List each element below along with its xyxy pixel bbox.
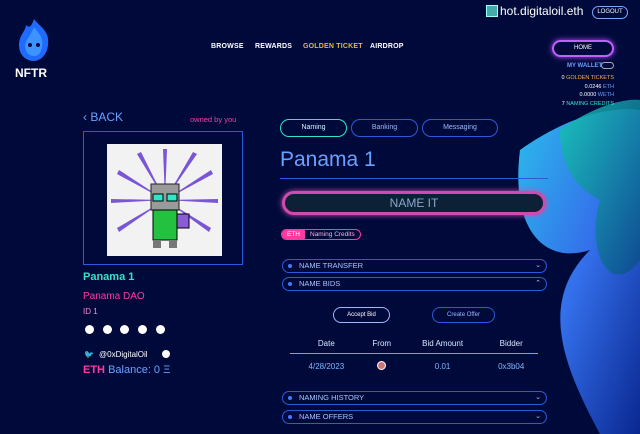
- wallet-avatar-icon: [486, 5, 498, 17]
- name-it-button[interactable]: NAME IT: [282, 191, 546, 215]
- currency-eth-option[interactable]: ETH: [282, 230, 305, 239]
- balance-line: ETH Balance: 0 Ξ: [83, 364, 171, 376]
- name-offers-section[interactable]: NAME OFFERS ⌄: [282, 410, 547, 424]
- name-bids-section[interactable]: NAME BIDS ⌃: [282, 277, 547, 291]
- chevron-down-icon: ⌄: [535, 394, 541, 401]
- table-header-row: Date From Bid Amount Bidder: [290, 339, 538, 354]
- opensea-icon[interactable]: [85, 325, 94, 334]
- currency-toggle[interactable]: ETH Naming Credits: [281, 229, 361, 240]
- table-row[interactable]: 4/28/2023 0.01 0x3b04: [290, 354, 538, 373]
- title-divider: [280, 178, 548, 179]
- nftr-logo-icon[interactable]: [14, 17, 54, 65]
- chevron-up-icon: ⌃: [535, 280, 541, 287]
- nav-browse[interactable]: BROWSE: [211, 43, 244, 50]
- nav-rewards[interactable]: REWARDS: [255, 43, 292, 50]
- column-from: From: [362, 339, 401, 354]
- brand-name: NFTR: [15, 66, 47, 80]
- nft-image[interactable]: [107, 144, 222, 256]
- edit-icon[interactable]: [162, 350, 170, 358]
- balances-list: 0 GOLDEN TICKETS 0.0246 ETH 0.0000 WETH …: [560, 74, 614, 108]
- page-title: Panama 1: [280, 148, 376, 171]
- balance-eth: 0.0246 ETH: [584, 83, 614, 90]
- bullet-icon: [288, 282, 292, 286]
- twitter-icon[interactable]: 🐦: [84, 350, 94, 359]
- currency-credits-option[interactable]: Naming Credits: [305, 230, 360, 239]
- chevron-down-icon: ⌄: [535, 262, 541, 269]
- nft-collection: Panama DAO: [83, 291, 145, 302]
- twitter-handle[interactable]: @0xDigitalOil: [99, 350, 148, 359]
- balance-naming-credits: 7 NAMING CREDITS: [561, 100, 614, 107]
- bid-bidder[interactable]: 0x3b04: [484, 354, 538, 373]
- bid-date: 4/28/2023: [308, 362, 345, 371]
- diamond-icon[interactable]: [138, 325, 147, 334]
- bullet-icon: [288, 396, 292, 400]
- logout-button[interactable]: LOGOUT: [592, 6, 628, 19]
- bidder-avatar-icon[interactable]: [377, 361, 387, 370]
- owned-label: owned by you: [190, 115, 237, 124]
- my-wallet-link[interactable]: MY WALLET: [567, 63, 602, 69]
- balance-golden-tickets: 0 GOLDEN TICKETS: [561, 75, 614, 81]
- bids-table: Date From Bid Amount Bidder 4/28/2023 0.…: [290, 339, 538, 372]
- nft-art-graphic: [111, 149, 218, 248]
- bullet-icon: [288, 264, 292, 268]
- name-transfer-section[interactable]: NAME TRANSFER ⌄: [282, 259, 547, 273]
- eye-icon[interactable]: [103, 325, 112, 334]
- nft-image-frame: [83, 131, 243, 265]
- nav-golden-ticket[interactable]: GOLDEN TICKET: [303, 43, 363, 50]
- column-bid-amount: Bid Amount: [400, 339, 485, 354]
- target-icon[interactable]: [120, 325, 129, 334]
- back-link[interactable]: ‹ BACK: [83, 110, 123, 124]
- nav-airdrop[interactable]: AIRDROP: [370, 43, 404, 50]
- tab-messaging[interactable]: Messaging: [422, 119, 498, 137]
- home-button[interactable]: HOME: [552, 40, 614, 57]
- wallet-user-name: hot.digitaloil.eth: [500, 4, 584, 18]
- column-bidder: Bidder: [484, 339, 538, 354]
- chevron-down-icon: ⌄: [535, 413, 541, 420]
- wallet-toggle-icon[interactable]: [601, 62, 614, 69]
- naming-history-section[interactable]: NAMING HISTORY ⌄: [282, 391, 547, 405]
- bid-amount: 0.01: [434, 362, 451, 371]
- accept-bid-button[interactable]: Accept Bid: [333, 307, 390, 323]
- nft-name: Panama 1: [83, 271, 135, 283]
- bid-from: [363, 354, 401, 373]
- bullet-icon: [288, 415, 292, 419]
- share-icon[interactable]: [156, 325, 165, 334]
- column-date: Date: [290, 339, 363, 354]
- tab-banking[interactable]: Banking: [351, 119, 418, 137]
- tab-naming[interactable]: Naming: [280, 119, 347, 137]
- balance-weth: 0.0000 WETH: [579, 92, 614, 98]
- nft-id: ID 1: [83, 307, 98, 316]
- create-offer-button[interactable]: Create Offer: [432, 307, 495, 323]
